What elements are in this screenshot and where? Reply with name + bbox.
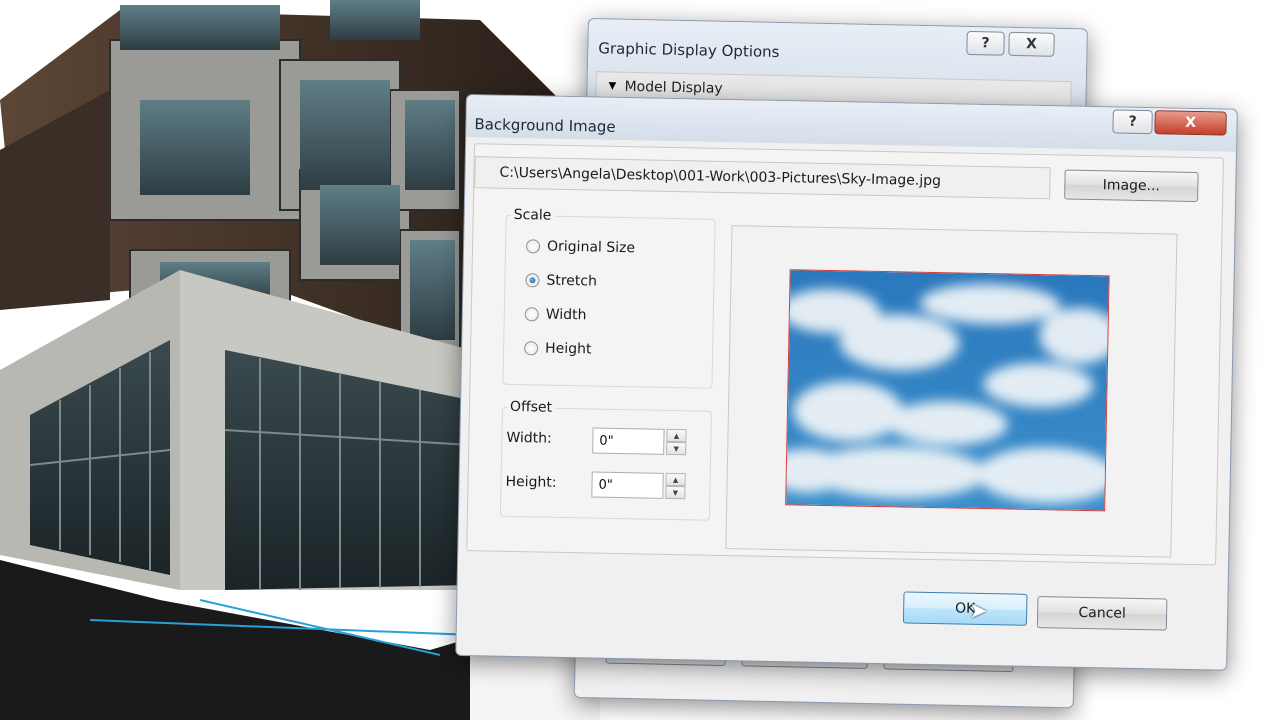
offset-width-label: Width: (506, 429, 552, 447)
scale-option-original-size[interactable]: Original Size (525, 238, 636, 257)
offset-height-label: Height: (505, 473, 557, 491)
offset-group: Offset Width: 0" ▲ ▼ Height: 0" ▲ ▼ (499, 398, 712, 521)
graphic-display-title: Graphic Display Options (598, 39, 780, 62)
scale-option-width[interactable]: Width (524, 306, 587, 324)
offset-height-spinner[interactable]: ▲ ▼ (665, 472, 686, 500)
radio-stretch[interactable] (525, 273, 540, 288)
mouse-cursor-icon: ➤ (968, 598, 988, 625)
graphic-display-close-button[interactable]: X (1008, 31, 1055, 57)
offset-width-spinner[interactable]: ▲ ▼ (666, 428, 687, 456)
file-path-field[interactable]: C:\Users\Angela\Desktop\001-Work\003-Pic… (474, 156, 1051, 200)
radio-height[interactable] (523, 341, 539, 356)
radio-stretch-label: Stretch (546, 272, 598, 290)
radio-height-label: Height (544, 340, 592, 358)
scale-group-label: Scale (510, 206, 555, 224)
spin-down-icon[interactable]: ▼ (666, 441, 687, 456)
spin-down-icon[interactable]: ▼ (665, 485, 686, 500)
scale-option-stretch[interactable]: Stretch (525, 272, 598, 290)
background-image-close-button[interactable]: X (1154, 110, 1227, 136)
image-browse-button[interactable]: Image... (1064, 169, 1199, 203)
radio-original-size-label: Original Size (546, 238, 636, 257)
radio-width[interactable] (524, 307, 539, 322)
offset-width-input[interactable]: 0" (592, 427, 665, 455)
preview-pane (725, 225, 1178, 558)
graphic-display-help-button[interactable]: ? (966, 30, 1005, 56)
background-image-ok-button[interactable]: OK (902, 591, 1028, 626)
collapse-arrow-icon: ▼ (608, 80, 617, 92)
radio-original-size[interactable] (525, 239, 541, 254)
scale-group: Scale Original Size Stretch Width Height (502, 206, 716, 389)
spin-up-icon[interactable]: ▲ (665, 472, 686, 487)
spin-up-icon[interactable]: ▲ (666, 428, 687, 443)
radio-width-label: Width (545, 306, 587, 324)
background-image-dialog: Background Image ? X C:\Users\Angela\Des… (455, 94, 1238, 671)
sky-image-preview (785, 269, 1110, 512)
offset-group-label: Offset (506, 398, 556, 416)
background-image-content: C:\Users\Angela\Desktop\001-Work\003-Pic… (466, 143, 1224, 566)
model-display-label: Model Display (624, 78, 723, 97)
background-image-title: Background Image (474, 115, 616, 136)
offset-height-input[interactable]: 0" (591, 471, 664, 499)
background-image-cancel-button[interactable]: Cancel (1036, 596, 1168, 631)
background-image-help-button[interactable]: ? (1112, 109, 1153, 135)
scale-option-height[interactable]: Height (523, 340, 592, 358)
